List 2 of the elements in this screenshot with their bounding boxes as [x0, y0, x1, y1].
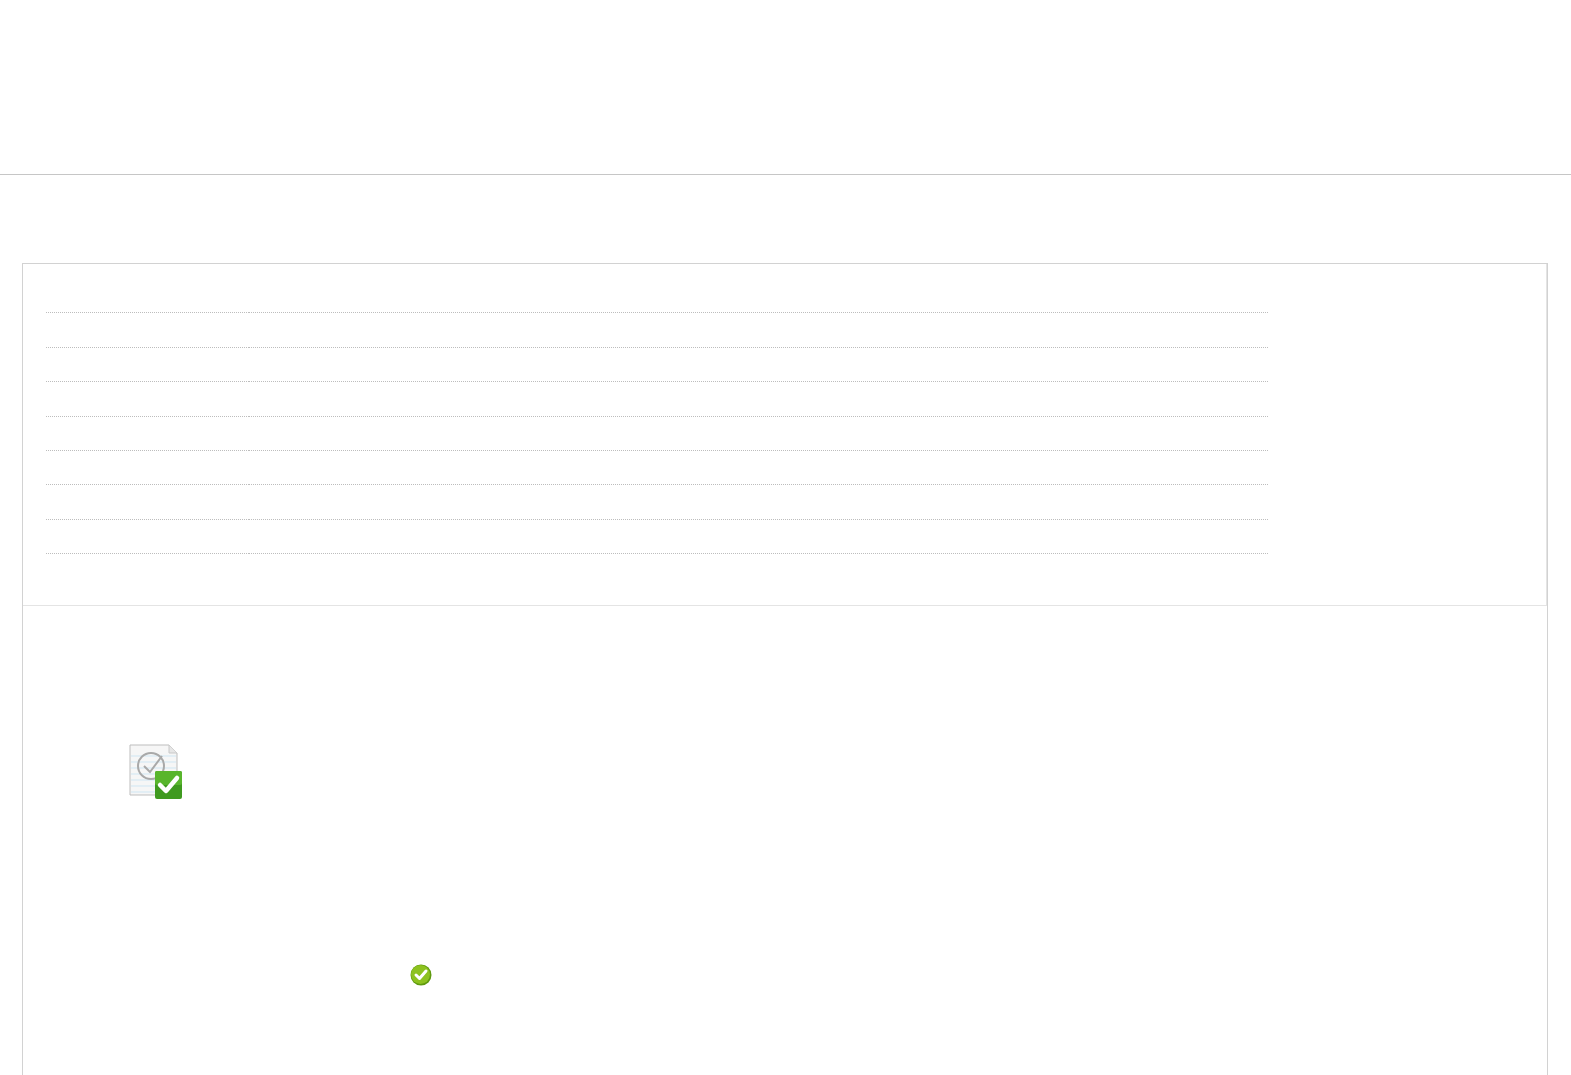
check-circle-icon [410, 964, 432, 986]
document-check-icon [129, 744, 183, 800]
